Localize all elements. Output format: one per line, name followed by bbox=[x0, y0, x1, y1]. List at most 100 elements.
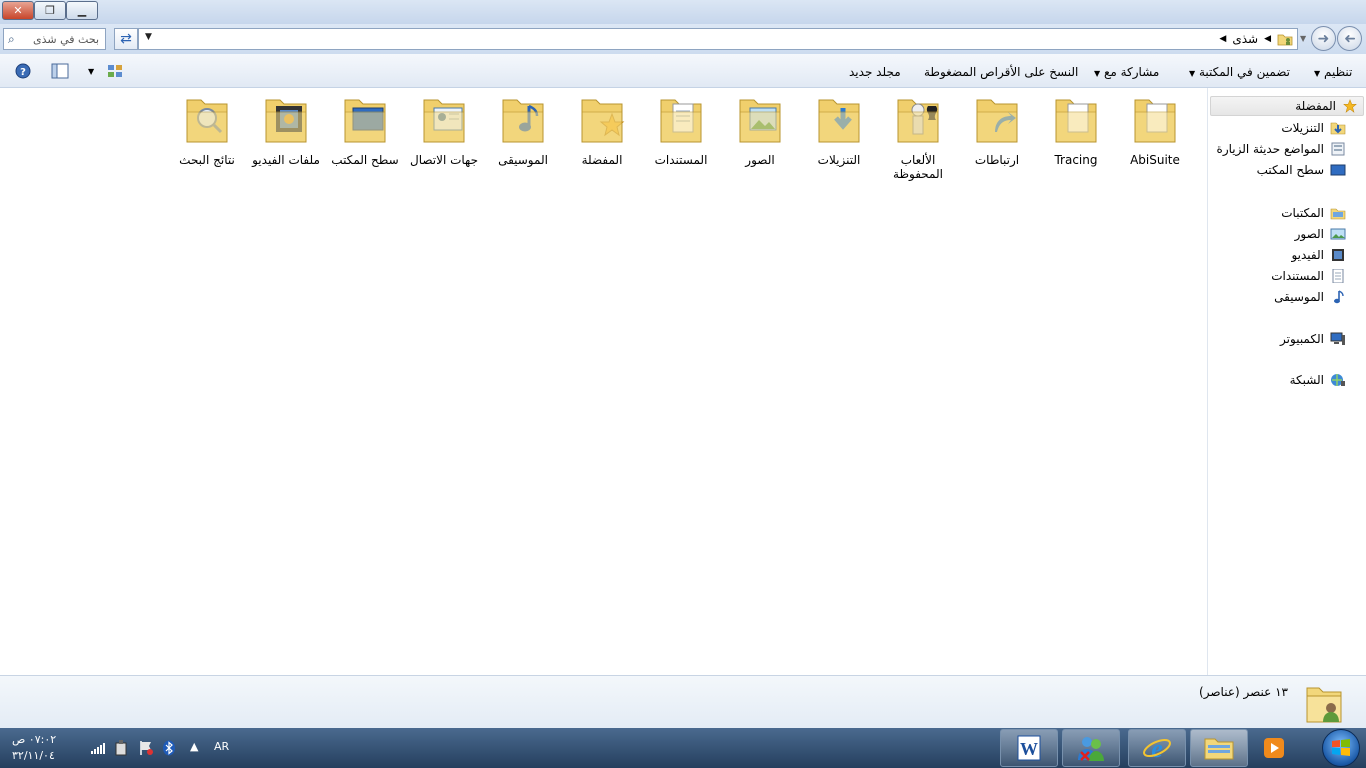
network-signal-icon[interactable] bbox=[90, 741, 106, 755]
folder-item[interactable]: المستندات bbox=[643, 96, 719, 167]
nav-downloads[interactable]: التنزيلات bbox=[1281, 119, 1346, 137]
nav-favorites-label: المفضلة bbox=[1295, 99, 1336, 113]
folder-label: المستندات bbox=[654, 153, 708, 167]
nav-libraries-label: المكتبات bbox=[1281, 206, 1324, 220]
change-view-icon[interactable] bbox=[106, 63, 124, 79]
help-icon[interactable]: ? bbox=[14, 63, 32, 79]
nav-libraries[interactable]: المكتبات bbox=[1281, 204, 1346, 222]
user-folder-icon bbox=[1277, 34, 1293, 46]
system-clock[interactable]: ٠٧:٠٢ ص ٣٢/١١/٠٤ bbox=[12, 732, 76, 764]
nav-documents[interactable]: المستندات bbox=[1271, 267, 1346, 285]
folder-item[interactable]: المفضلة bbox=[564, 96, 640, 167]
computer-icon bbox=[1330, 332, 1345, 345]
windows-logo-icon bbox=[1332, 739, 1350, 756]
include-in-library-label: تضمين في المكتبة bbox=[1198, 65, 1291, 79]
folder-label: الألعاب المحفوظة bbox=[893, 153, 943, 181]
burn-button[interactable]: النسخ على الأقراص المضغوطة bbox=[924, 65, 1078, 79]
folder-item[interactable]: سطح المكتب bbox=[327, 96, 403, 167]
folder-item[interactable]: الموسيقى bbox=[485, 96, 561, 167]
preview-pane-icon[interactable] bbox=[51, 63, 69, 79]
back-button[interactable]: ➜ bbox=[1337, 26, 1362, 51]
nav-network[interactable]: الشبكة bbox=[1290, 371, 1346, 389]
folder-icon bbox=[502, 99, 544, 143]
folder-icon bbox=[1134, 99, 1176, 143]
nav-documents-label: المستندات bbox=[1271, 269, 1324, 283]
library-dropdown-icon: ▼ bbox=[1189, 69, 1196, 78]
search-input[interactable]: بحث في شذى ⌕ bbox=[3, 28, 106, 50]
view-dropdown-icon[interactable]: ▼ bbox=[88, 67, 94, 76]
close-button[interactable]: ✕ bbox=[2, 1, 34, 20]
start-button[interactable] bbox=[1322, 729, 1360, 767]
folder-item[interactable]: ملفات الفيديو bbox=[248, 96, 324, 167]
restore-button[interactable]: ❐ bbox=[34, 1, 66, 20]
nav-network-label: الشبكة bbox=[1289, 373, 1324, 387]
breadcrumb-separator-icon[interactable]: ◀ bbox=[1219, 34, 1226, 44]
item-count: ١٣ عنصر (عناصر) bbox=[1199, 685, 1288, 699]
folder-item[interactable]: الصور bbox=[722, 96, 798, 167]
taskbar-ie-button[interactable]: e bbox=[1128, 729, 1186, 767]
user-folder-icon bbox=[1306, 687, 1342, 723]
breadcrumb: ◀ شذى ◀ bbox=[1219, 31, 1293, 47]
clock-time: ٠٧:٠٢ ص bbox=[12, 733, 57, 746]
folder-label: جهات الاتصال bbox=[409, 153, 478, 167]
folder-item[interactable]: ارتباطات bbox=[959, 96, 1035, 167]
nav-computer[interactable]: الكمبيوتر bbox=[1280, 330, 1346, 348]
taskbar-explorer-button[interactable] bbox=[1190, 729, 1248, 767]
taskbar: ٠٧:٠٢ ص ٣٢/١١/٠٤ ▲ AR W e bbox=[0, 728, 1366, 768]
folder-item[interactable]: الألعاب المحفوظة bbox=[880, 96, 956, 181]
folder-item[interactable]: Tracing bbox=[1038, 96, 1114, 167]
nav-desktop[interactable]: سطح المكتب bbox=[1257, 161, 1346, 179]
power-icon[interactable] bbox=[114, 740, 128, 756]
show-hidden-icons-icon[interactable]: ▲ bbox=[190, 740, 198, 753]
nav-music[interactable]: الموسيقى bbox=[1274, 288, 1346, 306]
nav-computer-label: الكمبيوتر bbox=[1280, 332, 1324, 346]
folder-label: AbiSuite bbox=[1130, 153, 1180, 167]
folder-label: الموسيقى bbox=[498, 153, 548, 167]
share-with-button[interactable]: ▼ مشاركة مع bbox=[1090, 65, 1159, 79]
folder-label: ارتباطات bbox=[974, 153, 1020, 167]
folder-item[interactable]: نتائج البحث bbox=[169, 96, 245, 167]
nav-pictures-label: الصور bbox=[1294, 227, 1324, 241]
folder-label: سطح المكتب bbox=[331, 153, 399, 167]
nav-recent-places[interactable]: المواضع حديثة الزيارة bbox=[1217, 140, 1346, 158]
include-in-library-button[interactable]: ▼ تضمين في المكتبة bbox=[1185, 65, 1290, 79]
taskbar-word-button[interactable]: W bbox=[1000, 729, 1058, 767]
folder-item[interactable]: AbiSuite bbox=[1117, 96, 1193, 167]
folder-item[interactable]: جهات الاتصال bbox=[406, 96, 482, 167]
forward-button[interactable]: ➜ bbox=[1311, 26, 1336, 51]
address-bar[interactable]: ▼ ◀ شذى ◀ bbox=[138, 28, 1298, 50]
folder-icon bbox=[265, 99, 307, 143]
nav-videos[interactable]: الفيديو bbox=[1291, 246, 1346, 264]
search-icon[interactable]: ⌕ bbox=[8, 32, 15, 47]
nav-music-label: الموسيقى bbox=[1274, 290, 1324, 304]
history-dropdown-icon[interactable]: ▼ bbox=[1300, 34, 1306, 43]
breadcrumb-current[interactable]: شذى bbox=[1232, 32, 1258, 46]
minimize-button[interactable]: ▁ bbox=[66, 1, 98, 20]
bluetooth-icon[interactable] bbox=[162, 740, 176, 756]
navigation-pane: المفضلة التنزيلات المواضع حديثة الزيارة … bbox=[1207, 88, 1366, 675]
nav-favorites[interactable]: المفضلة bbox=[1295, 97, 1358, 115]
address-dropdown-icon[interactable]: ▼ bbox=[145, 32, 152, 42]
folder-item[interactable]: التنزيلات bbox=[801, 96, 877, 167]
folder-label: الصور bbox=[745, 153, 775, 167]
language-indicator[interactable]: AR bbox=[214, 740, 229, 753]
new-folder-button[interactable]: مجلد جديد bbox=[849, 65, 901, 79]
folder-icon bbox=[897, 99, 939, 143]
folder-label: التنزيلات bbox=[817, 153, 861, 167]
libraries-icon bbox=[1330, 208, 1346, 220]
organize-button[interactable]: ▼ تنظيم bbox=[1310, 65, 1352, 79]
action-center-flag-icon[interactable] bbox=[138, 740, 154, 756]
folder-icon bbox=[660, 99, 702, 143]
refresh-button[interactable]: ⇄ bbox=[114, 28, 138, 50]
nav-pictures[interactable]: الصور bbox=[1295, 225, 1346, 243]
breadcrumb-separator-icon[interactable]: ◀ bbox=[1264, 34, 1271, 44]
folder-icon bbox=[423, 99, 465, 143]
command-bar: ? ▼ مجلد جديد النسخ على الأقراص المضغوطة… bbox=[0, 54, 1366, 88]
network-icon bbox=[1331, 374, 1345, 386]
folder-icon bbox=[976, 99, 1018, 143]
search-placeholder: بحث في شذى bbox=[33, 32, 99, 46]
address-row: بحث في شذى ⌕ ⇄ ▼ ◀ شذى ◀ ▼ ➜ ➜ bbox=[0, 24, 1366, 54]
taskbar-media-player-button[interactable] bbox=[1254, 729, 1294, 767]
nav-recent-places-label: المواضع حديثة الزيارة bbox=[1216, 142, 1324, 156]
taskbar-messenger-button[interactable] bbox=[1062, 729, 1120, 767]
